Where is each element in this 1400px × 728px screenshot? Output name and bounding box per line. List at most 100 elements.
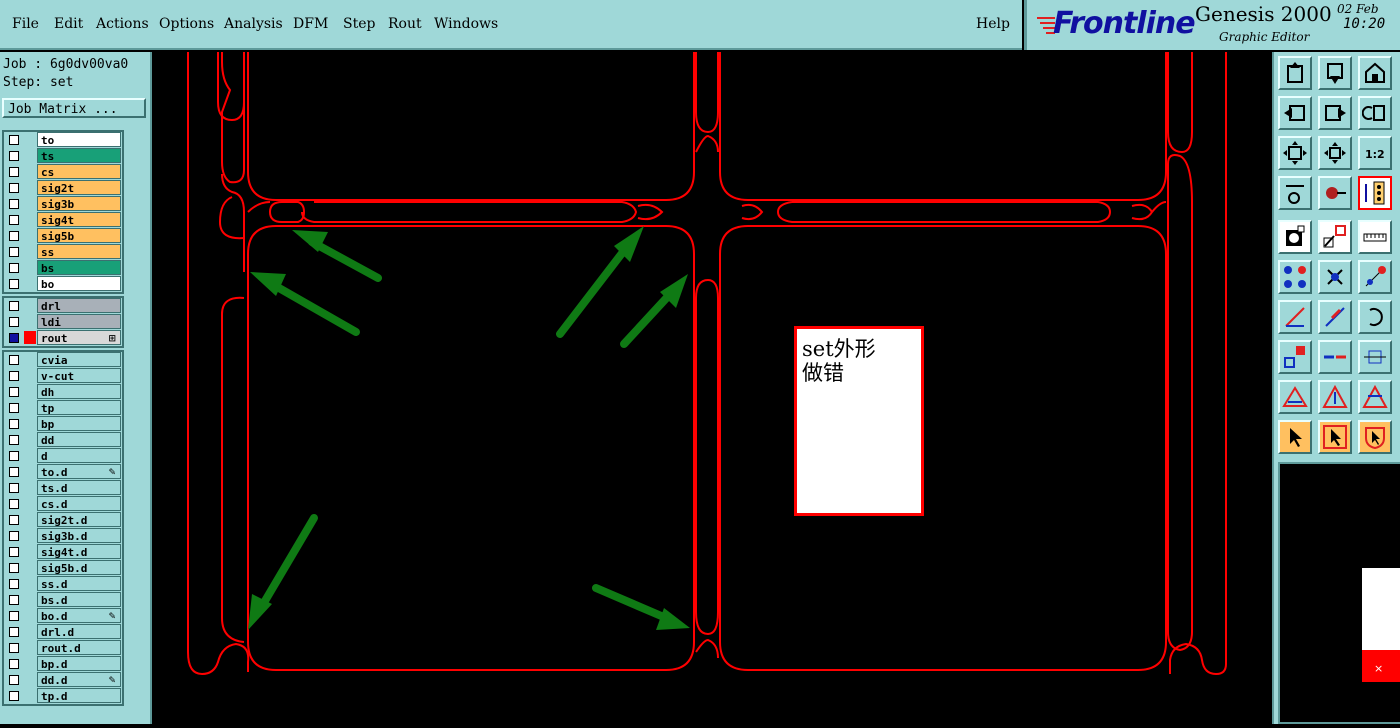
- layer-row-dd-d[interactable]: dd.d ✎: [4, 672, 122, 688]
- pad-tool-icon[interactable]: [1278, 340, 1312, 374]
- layer-checkbox[interactable]: [9, 371, 19, 381]
- pointer-shield-icon[interactable]: [1358, 420, 1392, 454]
- layer-row-sig5b-d[interactable]: sig5b.d: [4, 560, 122, 576]
- zoom-fit-icon[interactable]: [1278, 136, 1312, 170]
- layer-row-ldi[interactable]: ldi: [4, 314, 122, 330]
- layer-name[interactable]: bs.d: [37, 592, 121, 607]
- layer-row-bp-d[interactable]: bp.d: [4, 656, 122, 672]
- layer-row-dd[interactable]: dd: [4, 432, 122, 448]
- layer-checkbox[interactable]: [9, 563, 19, 573]
- layer-name[interactable]: bs: [37, 260, 121, 275]
- delete-x-icon[interactable]: [1318, 260, 1352, 294]
- layer-row-bo[interactable]: bo: [4, 276, 122, 292]
- tools-palette-icon[interactable]: [1278, 176, 1312, 210]
- menu-rout[interactable]: Rout: [388, 16, 422, 32]
- measure-box-icon[interactable]: [1358, 340, 1392, 374]
- layer-row-sig2t[interactable]: sig2t: [4, 180, 122, 196]
- layer-checkbox[interactable]: [9, 279, 19, 289]
- layer-row-sig2t-d[interactable]: sig2t.d: [4, 512, 122, 528]
- layer-checkbox[interactable]: [9, 387, 19, 397]
- layer-name[interactable]: dd: [37, 432, 121, 447]
- scale-1-2-icon[interactable]: 1:2: [1358, 136, 1392, 170]
- edit-line-icon[interactable]: [1318, 300, 1352, 334]
- layer-checkbox[interactable]: [9, 317, 19, 327]
- layer-checkbox[interactable]: [9, 595, 19, 605]
- zoom-in-icon[interactable]: [1318, 136, 1352, 170]
- layer-name[interactable]: sig2t: [37, 180, 121, 195]
- layer-checkbox[interactable]: [9, 515, 19, 525]
- layer-name[interactable]: d: [37, 448, 121, 463]
- layer-name[interactable]: bp.d: [37, 656, 121, 671]
- layer-checkbox[interactable]: [9, 263, 19, 273]
- layer-checkbox[interactable]: [9, 627, 19, 637]
- layer-name[interactable]: sig5b.d: [37, 560, 121, 575]
- layer-name[interactable]: rout.d: [37, 640, 121, 655]
- layer-row-to-d[interactable]: to.d ✎: [4, 464, 122, 480]
- undo-view-icon[interactable]: [1358, 96, 1392, 130]
- layer-name[interactable]: sig4t.d: [37, 544, 121, 559]
- layer-row-bs[interactable]: bs: [4, 260, 122, 276]
- pointer-select-icon[interactable]: [1318, 420, 1352, 454]
- triangle-red-icon[interactable]: [1278, 380, 1312, 414]
- layer-checkbox[interactable]: [9, 451, 19, 461]
- layer-row-sig4t[interactable]: sig4t: [4, 212, 122, 228]
- layer-name[interactable]: tp.d: [37, 688, 121, 703]
- layer-name[interactable]: ts.d: [37, 480, 121, 495]
- layer-row-rout-d[interactable]: rout.d: [4, 640, 122, 656]
- pointer-icon[interactable]: [1278, 420, 1312, 454]
- line-tool-icon[interactable]: [1278, 300, 1312, 334]
- layer-checkbox[interactable]: [9, 167, 19, 177]
- layer-row-ts[interactable]: ts: [4, 148, 122, 164]
- layer-checkbox[interactable]: [9, 183, 19, 193]
- layer-row-sig3b-d[interactable]: sig3b.d: [4, 528, 122, 544]
- layer-name[interactable]: bo: [37, 276, 121, 291]
- layer-row-drl-d[interactable]: drl.d: [4, 624, 122, 640]
- menu-file[interactable]: File: [12, 16, 39, 32]
- layer-checkbox[interactable]: [9, 247, 19, 257]
- layer-row-ss-d[interactable]: ss.d: [4, 576, 122, 592]
- layer-name[interactable]: drl: [37, 298, 121, 313]
- layer-checkbox[interactable]: [9, 215, 19, 225]
- layer-row-ss[interactable]: ss: [4, 244, 122, 260]
- layer-name[interactable]: cs.d: [37, 496, 121, 511]
- layer-name[interactable]: v-cut: [37, 368, 121, 383]
- layer-name[interactable]: drl.d: [37, 624, 121, 639]
- layer-row-bs-d[interactable]: bs.d: [4, 592, 122, 608]
- layer-checkbox[interactable]: [9, 611, 19, 621]
- select-area-icon[interactable]: [1278, 220, 1312, 254]
- layer-checkbox[interactable]: [9, 579, 19, 589]
- layer-checkbox[interactable]: [9, 355, 19, 365]
- layer-checkbox[interactable]: [9, 151, 19, 161]
- menu-actions[interactable]: Actions: [96, 16, 149, 32]
- layer-checkbox[interactable]: [9, 531, 19, 541]
- menu-step[interactable]: Step: [343, 16, 375, 32]
- layer-name[interactable]: sig4t: [37, 212, 121, 227]
- triangle-arrow-icon[interactable]: [1358, 380, 1392, 414]
- layer-row-sig3b[interactable]: sig3b: [4, 196, 122, 212]
- layer-checkbox[interactable]: [9, 231, 19, 241]
- pan-left-icon[interactable]: [1278, 96, 1312, 130]
- layer-checkbox[interactable]: [9, 643, 19, 653]
- layer-name[interactable]: to: [37, 132, 121, 147]
- add-point-icon[interactable]: [1358, 260, 1392, 294]
- layer-checkbox[interactable]: [9, 333, 19, 343]
- layer-checkbox[interactable]: [9, 199, 19, 209]
- zoom-home-icon[interactable]: [1278, 56, 1312, 90]
- connect-nodes-icon[interactable]: [1278, 260, 1312, 294]
- arc-tool-icon[interactable]: [1358, 300, 1392, 334]
- layer-row-sig4t-d[interactable]: sig4t.d: [4, 544, 122, 560]
- layer-checkbox[interactable]: [9, 435, 19, 445]
- layer-name[interactable]: bo.d ✎: [37, 608, 121, 623]
- menu-windows[interactable]: Windows: [434, 16, 498, 32]
- triangle-blue-icon[interactable]: [1318, 380, 1352, 414]
- layer-row-bp[interactable]: bp: [4, 416, 122, 432]
- layer-row-v-cut[interactable]: v-cut: [4, 368, 122, 384]
- pan-right-icon[interactable]: [1318, 96, 1352, 130]
- layer-name[interactable]: tp: [37, 400, 121, 415]
- layer-name[interactable]: bp: [37, 416, 121, 431]
- layer-name[interactable]: sig5b: [37, 228, 121, 243]
- layer-name[interactable]: to.d ✎: [37, 464, 121, 479]
- layer-checkbox[interactable]: [9, 419, 19, 429]
- split-line-icon[interactable]: [1318, 340, 1352, 374]
- layer-checkbox[interactable]: [9, 467, 19, 477]
